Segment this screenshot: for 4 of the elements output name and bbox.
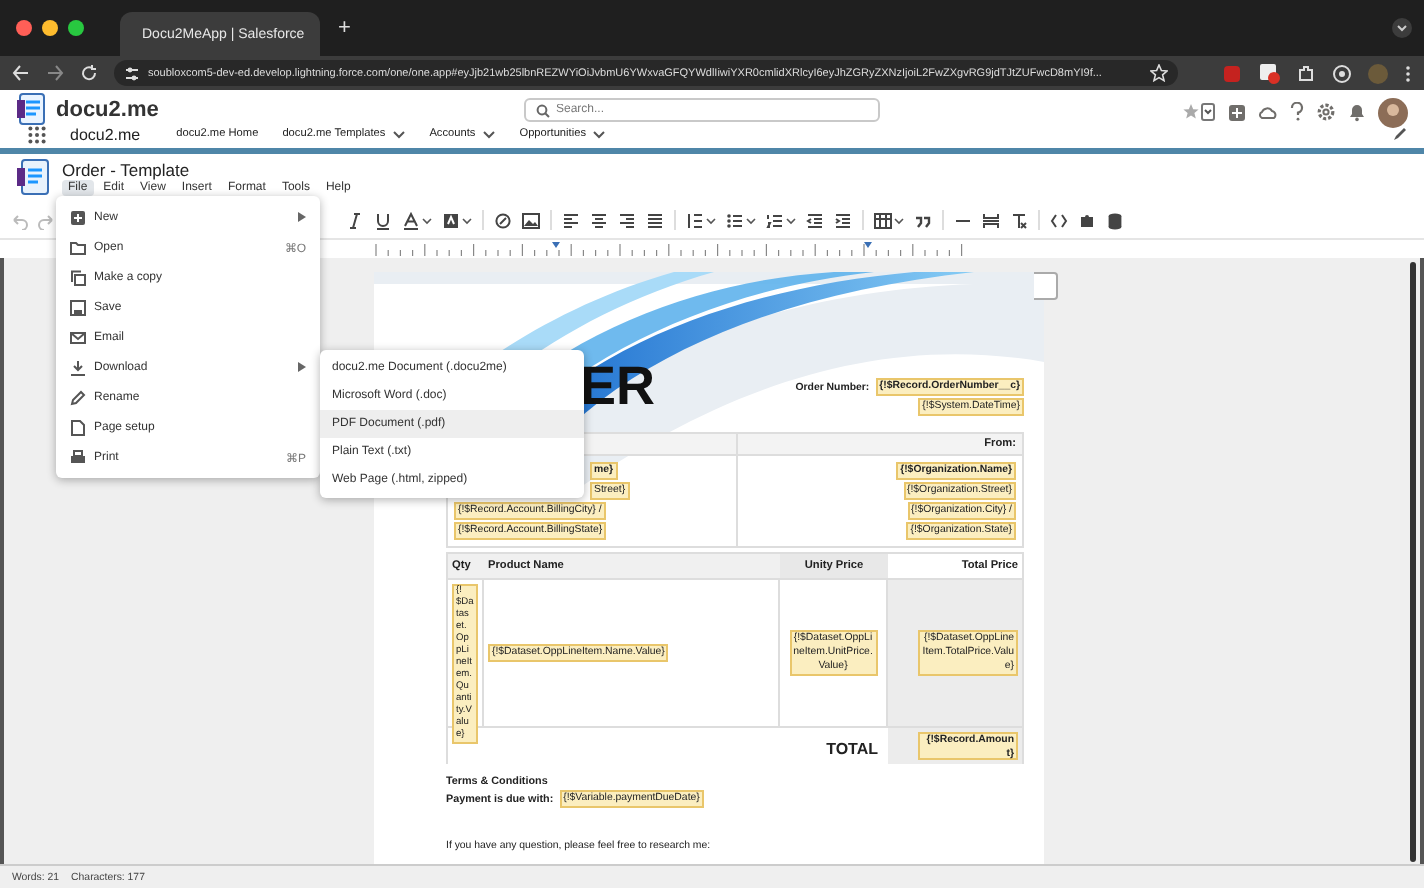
document-title: Order - Template (62, 160, 192, 180)
app-name: docu2.me (70, 125, 141, 143)
logo-text: docu2.me (56, 98, 159, 122)
total-label: TOTAL (826, 740, 878, 762)
